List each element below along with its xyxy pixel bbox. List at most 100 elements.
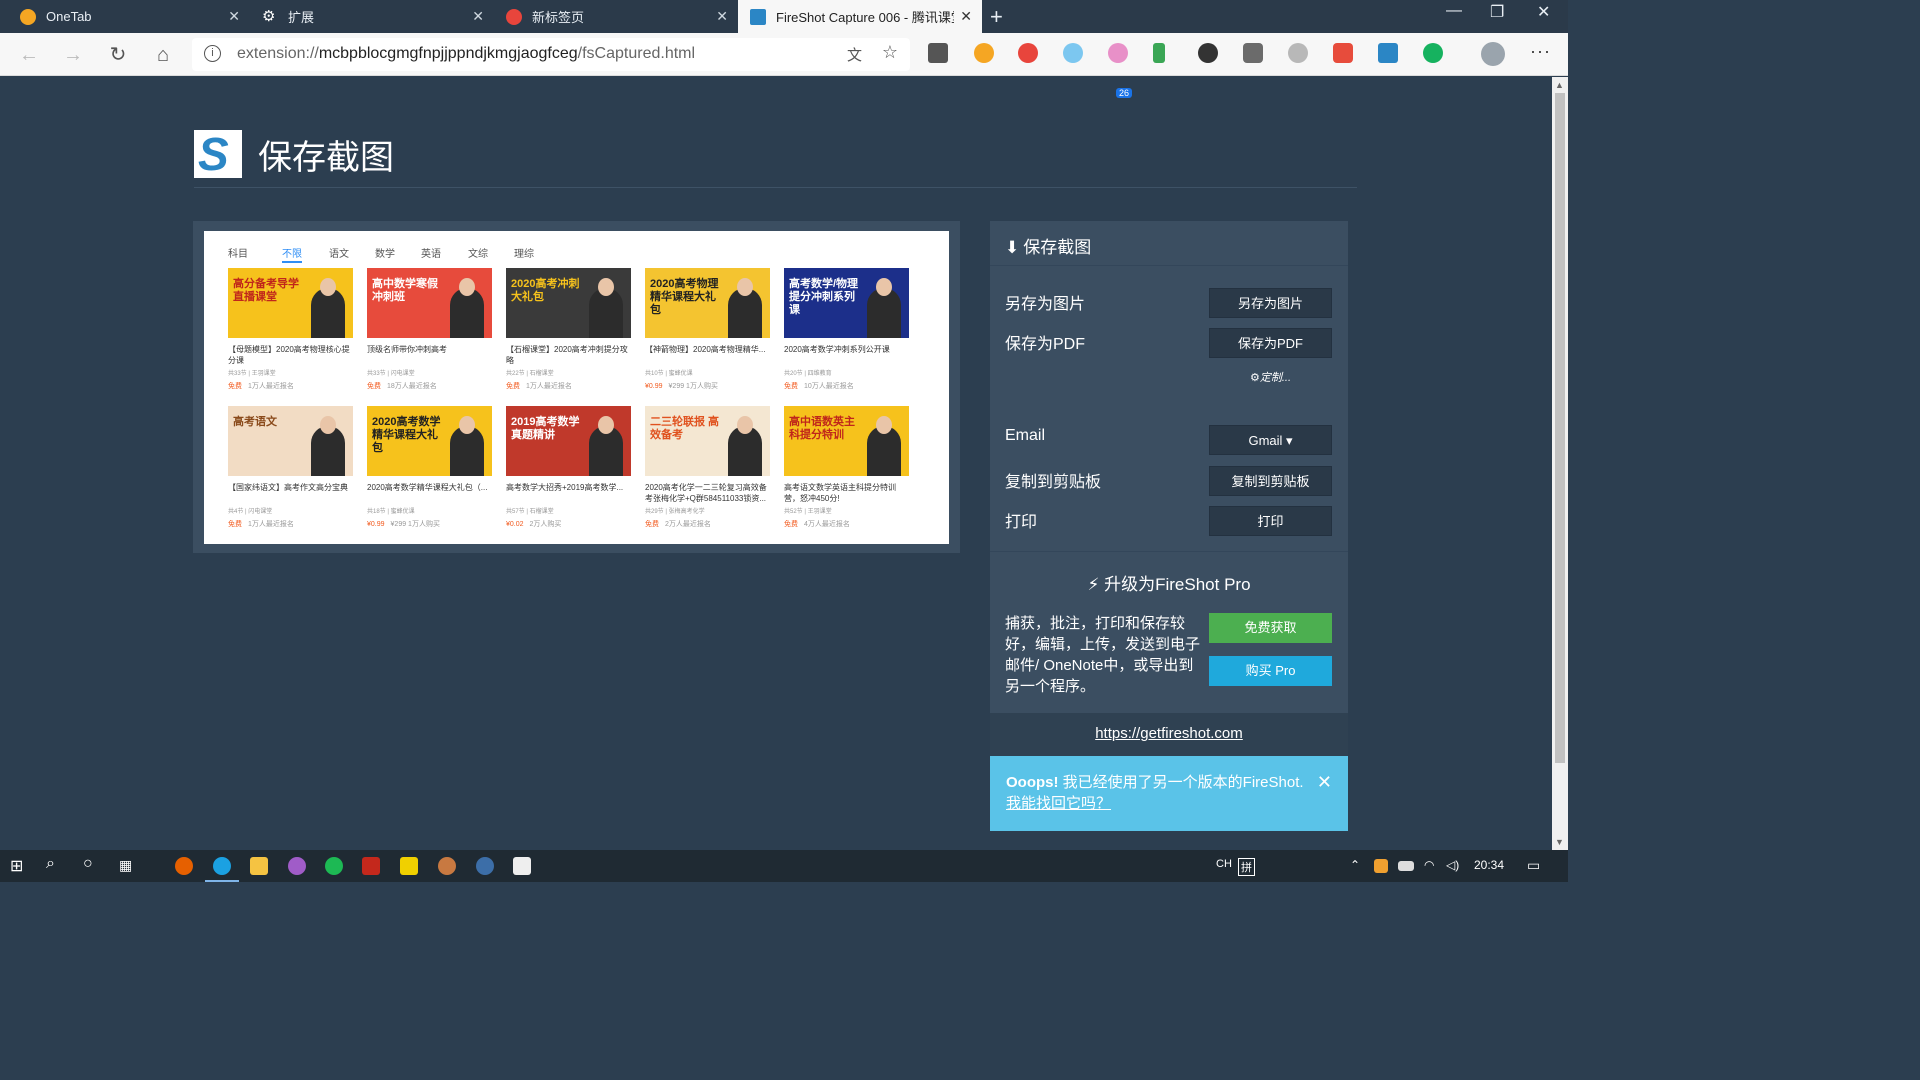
new-tab-button[interactable]: + bbox=[990, 4, 1003, 30]
course-title[interactable]: 【石榴课堂】2020高考冲刺提分攻略 bbox=[506, 344, 631, 366]
course-thumbnail[interactable]: 2020高考数学精华课程大礼包 bbox=[367, 406, 492, 476]
window-close-icon[interactable]: ✕ bbox=[1537, 2, 1550, 22]
cortana-icon[interactable]: ○ bbox=[83, 855, 93, 873]
task-view-icon[interactable]: ▦ bbox=[119, 857, 132, 874]
language-indicator[interactable]: CH bbox=[1216, 858, 1232, 870]
course-thumbnail[interactable]: 高中语数英主科提分特训 bbox=[784, 406, 909, 476]
tab-onetab[interactable]: OneTab ✕ bbox=[8, 0, 250, 33]
search-icon[interactable]: ⌕ bbox=[46, 855, 55, 873]
buy-pro-button[interactable]: 购买 Pro bbox=[1209, 656, 1332, 686]
recover-link[interactable]: 我能找回它吗？ bbox=[1006, 795, 1111, 812]
close-icon[interactable]: ✕ bbox=[960, 8, 972, 25]
print-button[interactable]: 打印 bbox=[1209, 506, 1332, 536]
course-card[interactable]: 高考数学/物理提分冲刺系列课 2020高考数学冲刺系列公开课 共20节 | 四维教育… bbox=[784, 268, 909, 391]
screenshot-preview[interactable]: 科目 不限 语文 数学 英语 文综 理综 高分备考导学直播课堂 【母题模型】202… bbox=[204, 231, 949, 544]
wifi-icon[interactable]: ◠ bbox=[1424, 858, 1434, 872]
course-card[interactable]: 2020高考冲刺大礼包 【石榴课堂】2020高考冲刺提分攻略 共22节 | 石榴课堂… bbox=[506, 268, 631, 391]
course-title[interactable]: 2020高考数学精华课程大礼包（... bbox=[367, 482, 492, 504]
shield-ext-icon[interactable] bbox=[1288, 43, 1308, 63]
collections-icon[interactable] bbox=[928, 43, 948, 63]
app-icon[interactable] bbox=[438, 857, 456, 875]
fireshot-ext-icon[interactable] bbox=[1378, 43, 1398, 63]
restore-icon[interactable]: ❐ bbox=[1490, 2, 1504, 22]
edge-icon[interactable] bbox=[213, 857, 231, 875]
course-thumbnail[interactable]: 2020高考冲刺大礼包 bbox=[506, 268, 631, 338]
home-icon[interactable]: ⌂ bbox=[150, 42, 176, 68]
course-title[interactable]: 【母题模型】2020高考物理核心提分课 bbox=[228, 344, 353, 366]
info-icon[interactable]: i bbox=[204, 45, 221, 62]
course-title[interactable]: 2020高考数学冲刺系列公开课 bbox=[784, 344, 909, 366]
back-icon[interactable]: ← bbox=[16, 42, 42, 68]
scroll-down-icon[interactable]: ▼ bbox=[1555, 837, 1564, 847]
address-bar[interactable]: i extension://mcbpblocgmgfnpjjppndjkmgja… bbox=[192, 38, 910, 71]
infinity-ext-icon[interactable] bbox=[1018, 43, 1038, 63]
save-pdf-button[interactable]: 保存为PDF bbox=[1209, 328, 1332, 358]
chevron-up-icon[interactable]: ⌃ bbox=[1350, 858, 1360, 872]
course-card[interactable]: 高中数学寒假冲刺班 顶级名师带你冲刺高考 共33节 | 闪电课堂 免费 18万人最近报名 bbox=[367, 268, 492, 391]
acrobat-icon[interactable] bbox=[362, 857, 380, 875]
course-card[interactable]: 高分备考导学直播课堂 【母题模型】2020高考物理核心提分课 共33节 | 王羽课堂… bbox=[228, 268, 353, 391]
course-title[interactable]: 高考语文数学英语主科提分特训营，怒冲450分! bbox=[784, 482, 909, 504]
gmail-dropdown-button[interactable]: Gmail ▾ bbox=[1209, 425, 1332, 455]
course-card[interactable]: 高中语数英主科提分特训 高考语文数学英语主科提分特训营，怒冲450分! 共52节 |… bbox=[784, 406, 909, 529]
course-thumbnail[interactable]: 2019高考数学真题精讲 bbox=[506, 406, 631, 476]
get-free-button[interactable]: 免费获取 bbox=[1209, 613, 1332, 643]
forward-icon[interactable]: → bbox=[60, 42, 86, 68]
url-text[interactable]: extension://mcbpblocgmgfnpjjppndjkmgjaog… bbox=[237, 45, 695, 63]
grammarly-icon[interactable] bbox=[1423, 43, 1443, 63]
profile-avatar[interactable] bbox=[1481, 42, 1505, 66]
course-card[interactable]: 2020高考物理精华课程大礼包 【神箭物理】2020高考物理精华... 共10节 |… bbox=[645, 268, 770, 391]
ime-indicator[interactable]: 拼 bbox=[1238, 858, 1255, 876]
binoculars-ext-icon[interactable] bbox=[1198, 43, 1218, 63]
course-title[interactable]: 顶级名师带你冲刺高考 bbox=[367, 344, 492, 366]
mic-ext-icon[interactable] bbox=[1153, 43, 1165, 63]
app-icon[interactable] bbox=[476, 857, 494, 875]
course-thumbnail[interactable]: 高中数学寒假冲刺班 bbox=[367, 268, 492, 338]
course-title[interactable]: 2020高考化学一二三轮复习高效备考张梅化学+Q群584511033锁资... bbox=[645, 482, 770, 504]
notification-icon[interactable]: ▭ bbox=[1527, 857, 1540, 874]
notepad-icon[interactable] bbox=[513, 857, 531, 875]
sticky-notes-icon[interactable] bbox=[400, 857, 418, 875]
more-menu-icon[interactable]: ··· bbox=[1530, 41, 1551, 62]
course-title[interactable]: 高考数学大招秀+2019高考数学... bbox=[506, 482, 631, 504]
clock[interactable]: 20:34 bbox=[1474, 858, 1504, 872]
course-thumbnail[interactable]: 二三轮联报 高效备考 bbox=[645, 406, 770, 476]
circle-ext-icon[interactable] bbox=[1063, 43, 1083, 63]
course-card[interactable]: 2020高考数学精华课程大礼包 2020高考数学精华课程大礼包（... 共18节 |… bbox=[367, 406, 492, 529]
star-icon[interactable]: ☆ bbox=[882, 42, 898, 63]
course-thumbnail[interactable]: 高分备考导学直播课堂 bbox=[228, 268, 353, 338]
copy-clipboard-button[interactable]: 复制到剪贴板 bbox=[1209, 466, 1332, 496]
minimize-icon[interactable]: — bbox=[1446, 2, 1462, 20]
course-card[interactable]: 高考语文 【国家纬语文】高考作文高分宝典 共4节 | 闪电课堂 免费 1万人最近报名 bbox=[228, 406, 353, 529]
pinwheel-ext-icon[interactable] bbox=[1333, 43, 1353, 63]
course-thumbnail[interactable]: 高考语文 bbox=[228, 406, 353, 476]
close-icon[interactable]: ✕ bbox=[472, 8, 484, 25]
file-explorer-icon[interactable] bbox=[250, 857, 268, 875]
ublock-icon[interactable] bbox=[1243, 43, 1263, 63]
scroll-up-icon[interactable]: ▲ bbox=[1555, 80, 1564, 90]
firefox-icon[interactable] bbox=[175, 857, 193, 875]
tab-newtab[interactable]: 新标签页 ✕ bbox=[494, 0, 738, 33]
windows-start-icon[interactable]: ⊞ bbox=[10, 856, 23, 876]
reload-icon[interactable]: ↻ bbox=[105, 42, 131, 68]
course-title[interactable]: 【神箭物理】2020高考物理精华... bbox=[645, 344, 770, 366]
close-icon[interactable]: ✕ bbox=[228, 8, 240, 25]
tab-fireshot[interactable]: FireShot Capture 006 - 腾讯课堂 ✕ bbox=[738, 0, 982, 33]
cat-ext-icon[interactable] bbox=[1108, 43, 1128, 63]
course-card[interactable]: 2019高考数学真题精讲 高考数学大招秀+2019高考数学... 共57节 | 石榴… bbox=[506, 406, 631, 529]
spotify-icon[interactable] bbox=[325, 857, 343, 875]
onetab-ext-icon[interactable] bbox=[974, 43, 994, 63]
customize-link[interactable]: ⚙定制... bbox=[1250, 369, 1291, 385]
course-thumbnail[interactable]: 2020高考物理精华课程大礼包 bbox=[645, 268, 770, 338]
save-image-button[interactable]: 另存为图片 bbox=[1209, 288, 1332, 318]
close-icon[interactable]: ✕ bbox=[716, 8, 728, 25]
battery-icon[interactable] bbox=[1398, 861, 1414, 871]
app-icon[interactable] bbox=[288, 857, 306, 875]
page-scrollbar[interactable]: ▲ ▼ bbox=[1552, 77, 1568, 850]
course-thumbnail[interactable]: 高考数学/物理提分冲刺系列课 bbox=[784, 268, 909, 338]
tab-extensions[interactable]: ⚙ 扩展 ✕ bbox=[250, 0, 494, 33]
tray-app-icon[interactable] bbox=[1374, 859, 1388, 873]
course-title[interactable]: 【国家纬语文】高考作文高分宝典 bbox=[228, 482, 353, 504]
volume-icon[interactable]: ◁) bbox=[1446, 858, 1459, 872]
close-icon[interactable]: ✕ bbox=[1317, 772, 1332, 793]
